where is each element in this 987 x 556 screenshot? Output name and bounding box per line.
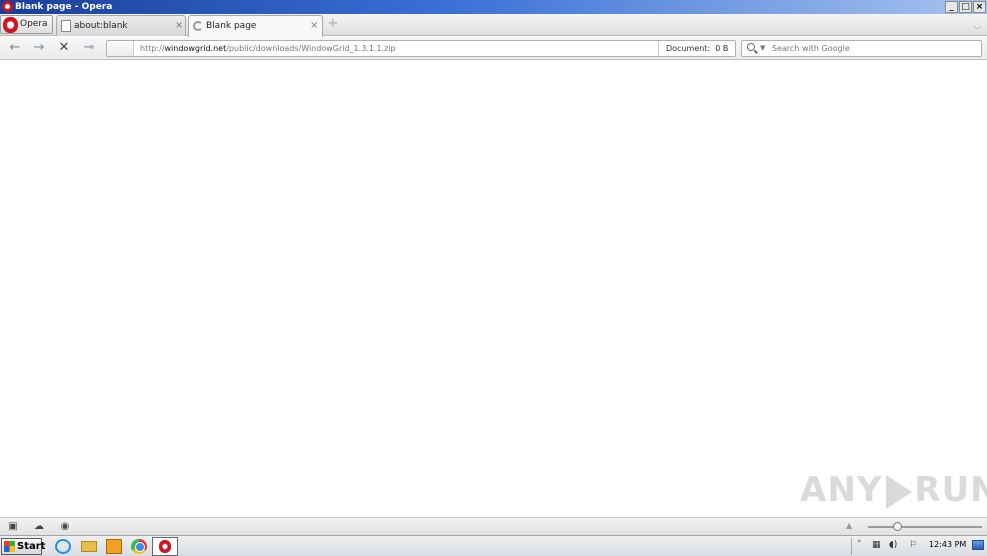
windows-logo-icon	[4, 541, 15, 552]
zoom-slider-thumb[interactable]	[892, 522, 902, 531]
volume-icon[interactable]: ◖)	[889, 540, 897, 550]
opera-menu-label: Opera	[20, 19, 48, 29]
tab-about-blank[interactable]: about:blank ×	[56, 15, 186, 36]
tab-close-icon[interactable]: ×	[175, 20, 183, 31]
back-button[interactable]: ←	[7, 41, 23, 55]
opera-logo-icon	[3, 17, 18, 33]
search-placeholder: Search with Google	[772, 44, 850, 53]
anyrun-watermark: ANY RUN	[800, 470, 987, 510]
loading-spinner-icon	[193, 21, 203, 31]
document-size: 0 B	[715, 44, 729, 53]
opera-icon	[159, 540, 171, 553]
site-badge[interactable]	[107, 41, 134, 56]
speed-dial-icon[interactable]: ◉	[59, 521, 71, 532]
opera-menu-button[interactable]: Opera	[0, 15, 53, 34]
tab-list-chevron-icon[interactable]: ◡	[974, 21, 981, 30]
action-center-flag-icon[interactable]: ⚐	[909, 540, 917, 550]
address-url[interactable]: http://windowgrid.net/public/downloads/W…	[140, 44, 396, 53]
status-bar: ▣ ☁ ◉ ▲	[0, 517, 987, 535]
taskbar-clock[interactable]: 12:43 PM	[929, 540, 966, 549]
show-desktop-button[interactable]	[972, 540, 984, 550]
window-title: Blank page - Opera	[15, 2, 113, 12]
document-size-readout: Document: 0 B	[666, 44, 729, 53]
address-field[interactable]: http://windowgrid.net/public/downloads/W…	[106, 40, 736, 57]
zoom-slider[interactable]	[868, 526, 982, 528]
tab-close-icon[interactable]: ×	[310, 20, 318, 31]
start-button[interactable]: Start	[1, 538, 46, 555]
tab-bar: Opera about:blank × Blank page × + ◡	[0, 14, 987, 37]
key-icon[interactable]: ⊸	[81, 41, 97, 55]
page-content[interactable]	[0, 61, 987, 517]
window-title-bar: Blank page - Opera _ □ ×	[0, 0, 987, 14]
media-player-icon[interactable]	[106, 539, 122, 554]
panel-toggle-icon[interactable]: ▣	[7, 521, 19, 532]
search-icon	[747, 43, 755, 51]
windows-taskbar: Start ˄ ▦ ◖) ⚐ 12:43 PM	[0, 535, 987, 556]
tab-label: about:blank	[74, 21, 128, 31]
cloud-icon[interactable]: ☁	[33, 521, 45, 532]
stop-button[interactable]: ✕	[56, 41, 72, 55]
chrome-icon[interactable]	[131, 539, 147, 554]
start-label: Start	[17, 541, 46, 552]
opera-logo-icon	[2, 1, 13, 12]
close-button[interactable]: ×	[973, 1, 986, 13]
address-host: windowgrid.net	[164, 44, 227, 53]
search-field[interactable]: ▼ Search with Google	[741, 40, 982, 57]
forward-button[interactable]: →	[31, 41, 47, 55]
internet-explorer-icon[interactable]	[55, 539, 71, 554]
maximize-button[interactable]: □	[959, 1, 972, 13]
page-icon	[61, 20, 71, 32]
tab-label: Blank page	[206, 21, 257, 31]
tray-expand-icon[interactable]: ˄	[857, 540, 862, 550]
play-icon	[886, 474, 913, 509]
divider	[658, 41, 659, 56]
tab-blank-page[interactable]: Blank page ×	[188, 15, 323, 37]
taskbar-opera-button[interactable]	[152, 537, 178, 556]
folder-icon[interactable]	[81, 541, 97, 552]
navigation-bar: ← → ✕ ⊸ http://windowgrid.net/public/dow…	[0, 37, 987, 60]
search-engine-dropdown-icon[interactable]: ▼	[760, 44, 765, 52]
minimize-button[interactable]: _	[945, 1, 958, 13]
new-tab-button[interactable]: +	[327, 17, 339, 30]
zoom-reset-icon[interactable]: ▲	[846, 521, 852, 530]
network-icon[interactable]: ▦	[872, 540, 881, 550]
